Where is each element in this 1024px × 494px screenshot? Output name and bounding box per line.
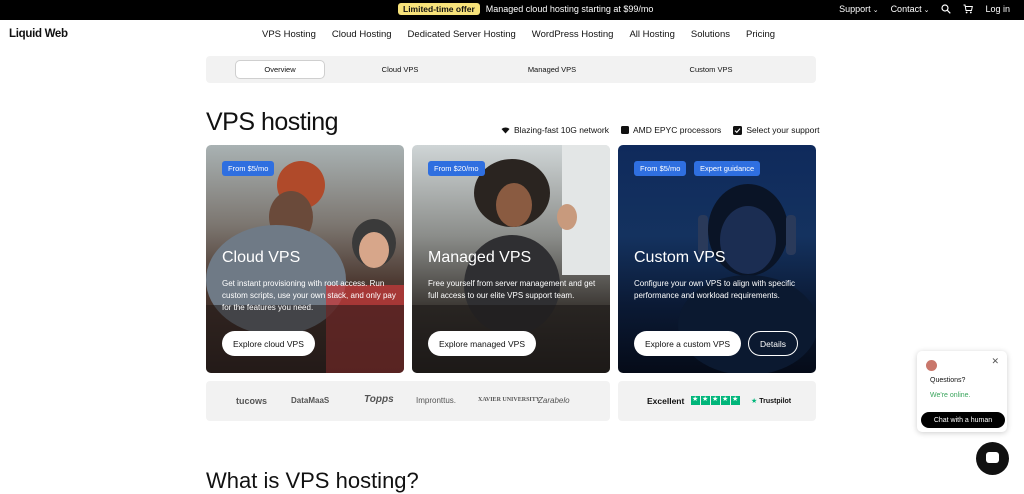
explore-cloud-vps-button[interactable]: Explore cloud VPS	[222, 331, 315, 356]
trustpilot-star-icon: ★	[751, 398, 758, 405]
limited-offer-badge: Limited-time offer	[398, 3, 480, 15]
feature-network-label: Blazing-fast 10G network	[514, 125, 609, 135]
agent-avatar	[926, 360, 937, 371]
contact-menu[interactable]: Contact ⌄	[891, 4, 930, 14]
nav-all-hosting[interactable]: All Hosting	[629, 29, 674, 40]
login-link[interactable]: Log in	[985, 4, 1010, 14]
support-menu[interactable]: Support ⌄	[839, 4, 878, 14]
logo-zarabelo: Zarabelo	[538, 396, 570, 405]
card-description: Configure your own VPS to align with spe…	[634, 279, 795, 300]
card-description: Get instant provisioning with root acces…	[222, 279, 396, 312]
contact-label: Contact	[890, 4, 922, 14]
cart-icon[interactable]	[963, 4, 974, 14]
nav-pricing[interactable]: Pricing	[746, 29, 775, 40]
logo-impronttus: Impronttus.	[416, 396, 457, 405]
liquid-web-logo[interactable]: Liquid Web	[9, 28, 68, 40]
explore-managed-vps-button[interactable]: Explore managed VPS	[428, 331, 536, 356]
logo-xavier: XAVIER UNIVERSITY	[478, 397, 541, 403]
price-pill: From $5/mo	[634, 161, 687, 176]
nav-dedicated-hosting[interactable]: Dedicated Server Hosting	[408, 29, 516, 40]
nav-wordpress-hosting[interactable]: WordPress Hosting	[532, 29, 614, 40]
close-icon[interactable]: ✕	[991, 356, 999, 367]
details-button[interactable]: Details	[748, 331, 798, 356]
feature-list: Blazing-fast 10G network AMD EPYC proces…	[501, 125, 820, 135]
chevron-down-icon: ⌄	[872, 7, 879, 14]
chat-status: We're online.	[930, 392, 971, 399]
chat-widget: ✕ Questions? We're online. Chat with a h…	[917, 351, 1007, 432]
promo[interactable]: Limited-time offer Managed cloud hosting…	[398, 3, 653, 15]
trust-rating: Excellent	[647, 396, 685, 406]
main-nav: Liquid Web VPS Hosting Cloud Hosting Ded…	[0, 20, 1024, 52]
star-icon	[701, 395, 710, 405]
logo-topps: Topps	[364, 394, 394, 405]
nav-vps-hosting[interactable]: VPS Hosting	[262, 29, 316, 40]
card-title: Cloud VPS	[222, 249, 301, 266]
card-title: Managed VPS	[428, 249, 532, 266]
partner-logos: tucows DataMaaS Topps Impronttus. XAVIER…	[206, 381, 610, 421]
card-cloud-vps[interactable]: From $5/mo Cloud VPS Get instant provisi…	[206, 145, 404, 373]
star-icon	[721, 395, 730, 405]
chat-bubble-icon[interactable]	[976, 442, 1009, 475]
vps-subtabs: Overview Cloud VPS Managed VPS Custom VP…	[206, 56, 816, 83]
promo-text[interactable]: Managed cloud hosting starting at $99/mo	[486, 4, 654, 14]
card-title: Custom VPS	[634, 249, 726, 266]
wifi-icon	[501, 127, 510, 134]
star-icon	[731, 395, 740, 405]
tab-overview[interactable]: Overview	[235, 60, 325, 79]
nav-links: VPS Hosting Cloud Hosting Dedicated Serv…	[262, 29, 791, 40]
trust-stars	[691, 395, 740, 405]
feature-processors-label: AMD EPYC processors	[632, 125, 722, 135]
card-description: Free yourself from server management and…	[428, 279, 596, 300]
price-pill: From $5/mo	[222, 161, 275, 176]
top-utility-links: Support ⌄ Contact ⌄ Log in	[839, 4, 1010, 14]
tab-managed-vps[interactable]: Managed VPS	[506, 60, 598, 79]
nav-cloud-hosting[interactable]: Cloud Hosting	[332, 29, 392, 40]
price-pill: From $20/mo	[428, 161, 485, 176]
checkbox-icon	[733, 125, 743, 135]
feature-support: Select your support	[733, 125, 820, 135]
logo-datamaas: DataMaaS	[291, 396, 330, 405]
section-heading: What is VPS hosting?	[206, 468, 419, 493]
explore-custom-vps-button[interactable]: Explore a custom VPS	[634, 331, 742, 356]
page-title: VPS hosting	[206, 108, 339, 136]
tab-custom-vps[interactable]: Custom VPS	[666, 60, 756, 79]
logo-tucows: tucows	[236, 396, 268, 406]
feature-support-label: Select your support	[746, 125, 820, 135]
card-custom-vps[interactable]: From $5/mo Expert guidance Custom VPS Co…	[618, 145, 816, 373]
star-icon	[711, 395, 720, 405]
trustpilot-label: Trustpilot	[759, 398, 792, 405]
tab-cloud-vps[interactable]: Cloud VPS	[356, 60, 444, 79]
search-icon[interactable]	[941, 4, 952, 14]
chat-with-human-button[interactable]: Chat with a human	[921, 412, 1005, 428]
chevron-down-icon: ⌄	[923, 7, 930, 14]
support-label: Support	[839, 4, 871, 14]
star-icon	[691, 395, 700, 405]
feature-processors: AMD EPYC processors	[620, 125, 722, 135]
expert-guidance-pill: Expert guidance	[694, 161, 761, 176]
card-managed-vps[interactable]: From $20/mo Managed VPS Free yourself fr…	[412, 145, 610, 373]
top-promo-bar: Limited-time offer Managed cloud hosting…	[0, 0, 1024, 20]
processor-icon	[620, 126, 629, 134]
trustpilot-logo: ★ Trustpilot	[751, 397, 791, 405]
nav-solutions[interactable]: Solutions	[691, 29, 730, 40]
chat-question: Questions?	[930, 377, 966, 384]
feature-network: Blazing-fast 10G network	[501, 125, 609, 135]
